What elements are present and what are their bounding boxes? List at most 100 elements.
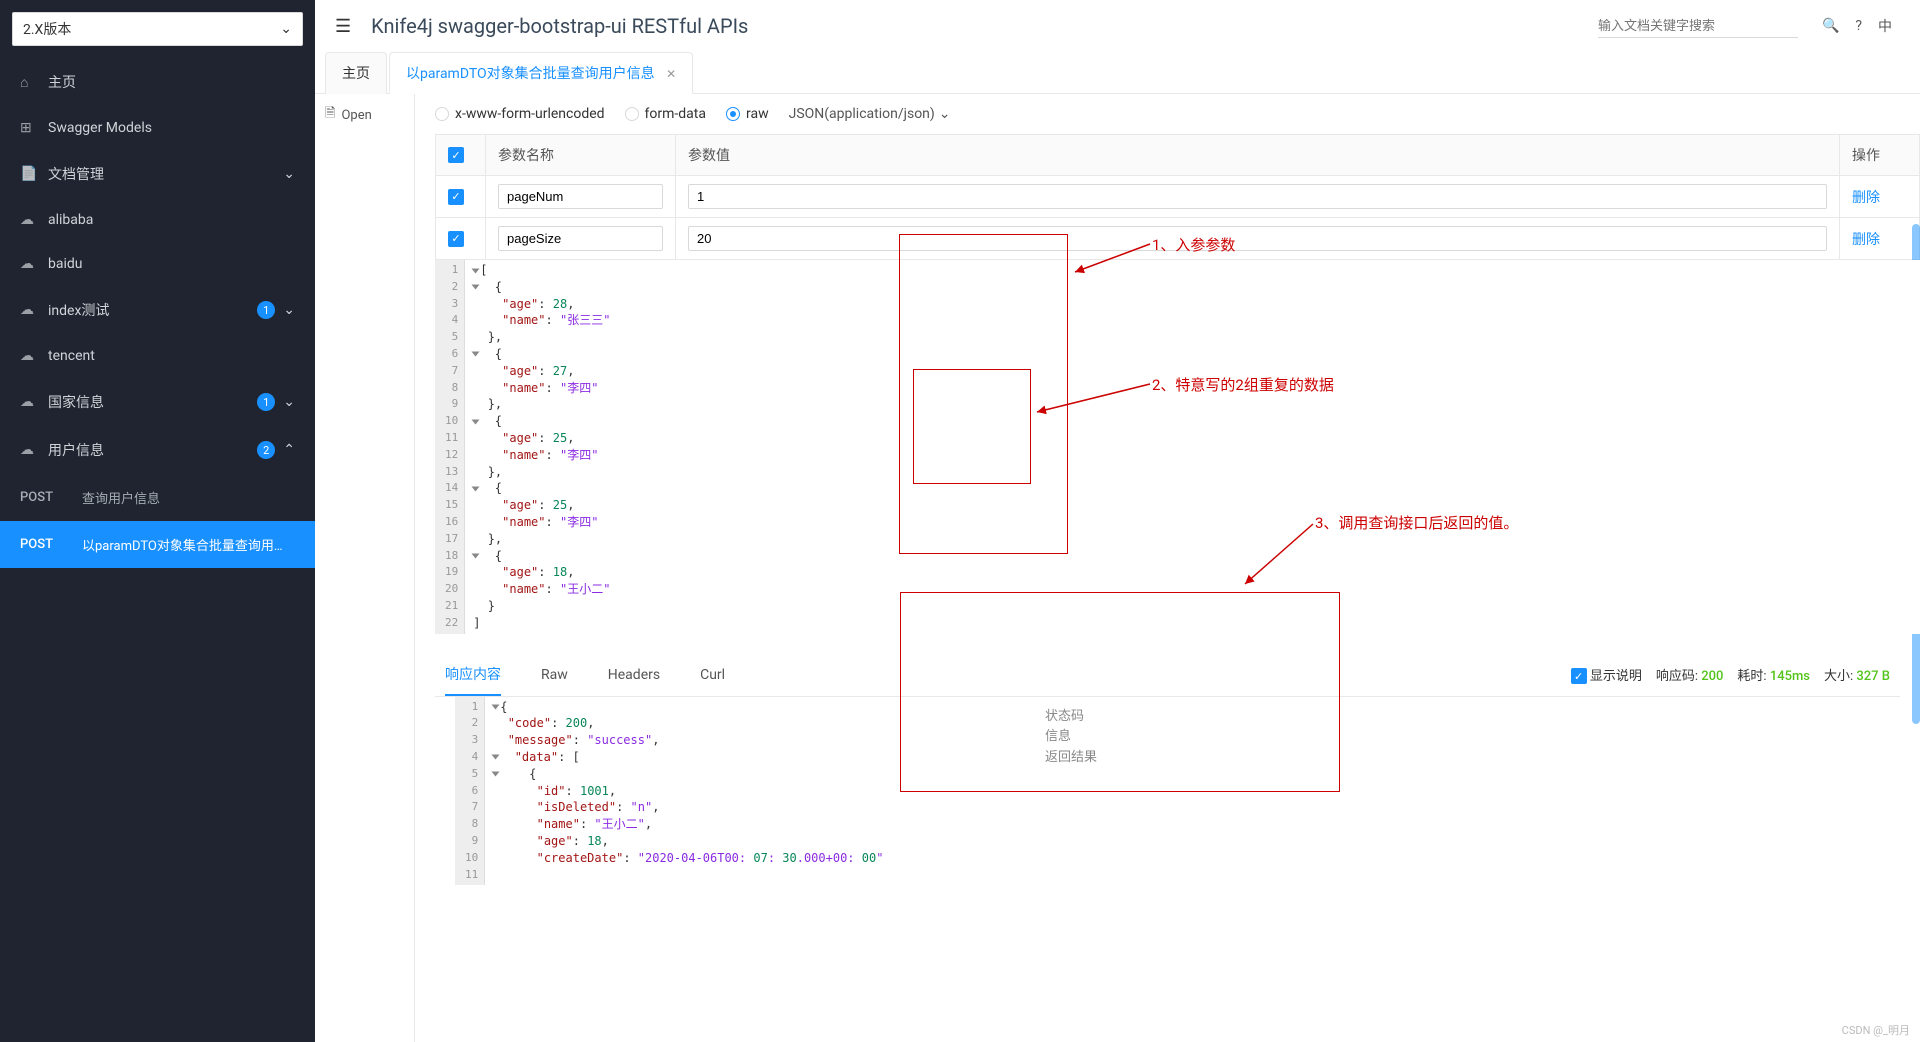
api-item-batch-query[interactable]: POST 以paramDTO对象集合批量查询用户信息 [0, 521, 315, 568]
nav-baidu[interactable]: ☁ baidu [0, 242, 315, 286]
api-label: 以paramDTO对象集合批量查询用户信息 [82, 535, 295, 554]
version-label: 2.X版本 [23, 19, 71, 39]
radio-icon [625, 107, 639, 121]
content-type-row: x-www-form-urlencoded form-data raw JSON… [415, 94, 1920, 134]
select-all-checkbox[interactable] [448, 147, 464, 163]
show-desc-label: 显示说明 [1590, 669, 1642, 684]
sidebar: 2.X版本 ⌄ ⌂ 主页 ⊞ Swagger Models 📄 文档管理 ⌄ ☁… [0, 0, 315, 1042]
param-value-input[interactable] [688, 226, 1827, 251]
nav-index[interactable]: ☁ index测试 1 ⌄ [0, 286, 315, 334]
size-value: 327 B [1856, 669, 1890, 684]
tab-label: 主页 [342, 66, 370, 82]
col-param-name: 参数名称 [486, 135, 676, 176]
request-body-editor[interactable]: 12345678910111213141516171819202122 [ { … [435, 260, 1920, 634]
models-icon: ⊞ [20, 120, 38, 136]
resp-tab-headers[interactable]: Headers [608, 657, 660, 693]
nav-tencent[interactable]: ☁ tencent [0, 334, 315, 378]
api-item-query-user[interactable]: POST 查询用户信息 [0, 474, 315, 521]
page-title: Knife4j swagger-bootstrap-ui RESTful API… [371, 14, 1598, 38]
response-body: 1234567891011 { "code": 200, "message": … [435, 697, 1920, 886]
cloud-icon: ☁ [20, 302, 38, 318]
json-type-select[interactable]: JSON(application/json) ⌄ [789, 106, 951, 122]
param-name-input[interactable] [498, 226, 663, 251]
side-panel: 🗎 Open [315, 94, 415, 1042]
radio-formdata[interactable]: form-data [625, 106, 706, 122]
nav-group-label: baidu [48, 256, 83, 272]
doc-icon: 📄 [20, 166, 38, 182]
watermark: CSDN @_明月 [1842, 1022, 1910, 1038]
param-row: 删除 [436, 218, 1920, 260]
tab-bar: 主页 以paramDTO对象集合批量查询用户信息 ✕ [315, 52, 1920, 94]
count-badge: 1 [257, 393, 275, 411]
show-desc-checkbox[interactable] [1571, 668, 1587, 684]
nav-home[interactable]: ⌂ 主页 [0, 58, 315, 106]
cloud-icon: ☁ [20, 394, 38, 410]
response-description: 状态码 信息 返回结果 [1015, 697, 1127, 886]
col-action: 操作 [1840, 135, 1920, 176]
chevron-down-icon: ⌄ [283, 394, 295, 410]
resp-tab-curl[interactable]: Curl [700, 657, 725, 693]
body-area: x-www-form-urlencoded form-data raw JSON… [415, 94, 1920, 1042]
nav-swagger-models[interactable]: ⊞ Swagger Models [0, 106, 315, 150]
nav-country[interactable]: ☁ 国家信息 1 ⌄ [0, 378, 315, 426]
chevron-down-icon: ⌄ [283, 166, 295, 182]
radio-raw[interactable]: raw [726, 106, 769, 122]
header: ☰ Knife4j swagger-bootstrap-ui RESTful A… [315, 0, 1920, 52]
param-row: 删除 [436, 176, 1920, 218]
radio-label: x-www-form-urlencoded [455, 106, 605, 122]
open-link[interactable]: 🗎 Open [325, 104, 404, 126]
cloud-icon: ☁ [20, 212, 38, 228]
cloud-icon: ☁ [20, 442, 38, 458]
radio-icon [726, 107, 740, 121]
resp-tab-content[interactable]: 响应内容 [445, 654, 501, 696]
code-content: { "code": 200, "message": "success", "da… [485, 697, 1015, 886]
close-icon[interactable]: ✕ [666, 67, 676, 81]
radio-icon [435, 107, 449, 121]
resp-tab-raw[interactable]: Raw [541, 657, 568, 693]
tab-home[interactable]: 主页 [325, 52, 387, 94]
desc-line: 信息 [1045, 727, 1097, 748]
chevron-down-icon: ⌄ [283, 302, 295, 318]
nav-user[interactable]: ☁ 用户信息 2 ⌃ [0, 426, 315, 474]
version-select[interactable]: 2.X版本 ⌄ [12, 12, 303, 46]
nav-alibaba[interactable]: ☁ alibaba [0, 198, 315, 242]
param-value-input[interactable] [688, 184, 1827, 209]
chevron-down-icon: ⌄ [939, 106, 951, 122]
response-tabs: 响应内容 Raw Headers Curl 显示说明 响应码: 200 耗时: … [435, 654, 1900, 697]
nav-group-label: alibaba [48, 212, 93, 228]
tab-label: 以paramDTO对象集合批量查询用户信息 [406, 66, 655, 82]
content-area: 🗎 Open x-www-form-urlencoded form-data [315, 94, 1920, 1042]
search-icon[interactable]: 🔍 [1822, 18, 1839, 34]
radio-label: form-data [645, 106, 706, 122]
nav-doc-manage[interactable]: 📄 文档管理 ⌄ [0, 150, 315, 198]
row-checkbox[interactable] [448, 189, 464, 205]
response-code-editor[interactable]: 1234567891011 { "code": 200, "message": … [455, 697, 1015, 886]
method-tag: POST [20, 537, 70, 552]
col-param-value: 参数值 [676, 135, 1840, 176]
tab-api-detail[interactable]: 以paramDTO对象集合批量查询用户信息 ✕ [389, 52, 693, 94]
param-name-input[interactable] [498, 184, 663, 209]
code-value: 200 [1701, 669, 1723, 684]
code-content[interactable]: [ { "age": 28, "name": "张三三" }, { "age":… [465, 260, 1920, 634]
delete-link[interactable]: 删除 [1852, 190, 1880, 206]
chevron-down-icon: ⌄ [280, 21, 292, 37]
main-area: ☰ Knife4j swagger-bootstrap-ui RESTful A… [315, 0, 1920, 1042]
collapse-sidebar-icon[interactable]: ☰ [335, 16, 351, 37]
nav-group-label: index测试 [48, 300, 109, 320]
nav-doc-label: 文档管理 [48, 164, 104, 184]
count-badge: 2 [257, 441, 275, 459]
search-input[interactable] [1598, 14, 1798, 38]
desc-line: 返回结果 [1045, 748, 1097, 769]
user-api-list: POST 查询用户信息 POST 以paramDTO对象集合批量查询用户信息 [0, 474, 315, 568]
lang-toggle[interactable]: 中 [1878, 16, 1892, 36]
doc-icon: 🗎 [325, 104, 335, 126]
help-icon[interactable]: ? [1855, 18, 1862, 34]
params-table: 参数名称 参数值 操作 删除 [435, 134, 1920, 260]
size-label: 大小: [1824, 669, 1853, 684]
json-type-label: JSON(application/json) [789, 106, 935, 122]
row-checkbox[interactable] [448, 231, 464, 247]
delete-link[interactable]: 删除 [1852, 232, 1880, 248]
desc-line: 状态码 [1045, 707, 1097, 728]
radio-xwww[interactable]: x-www-form-urlencoded [435, 106, 605, 122]
line-gutter: 1234567891011 [455, 697, 485, 886]
